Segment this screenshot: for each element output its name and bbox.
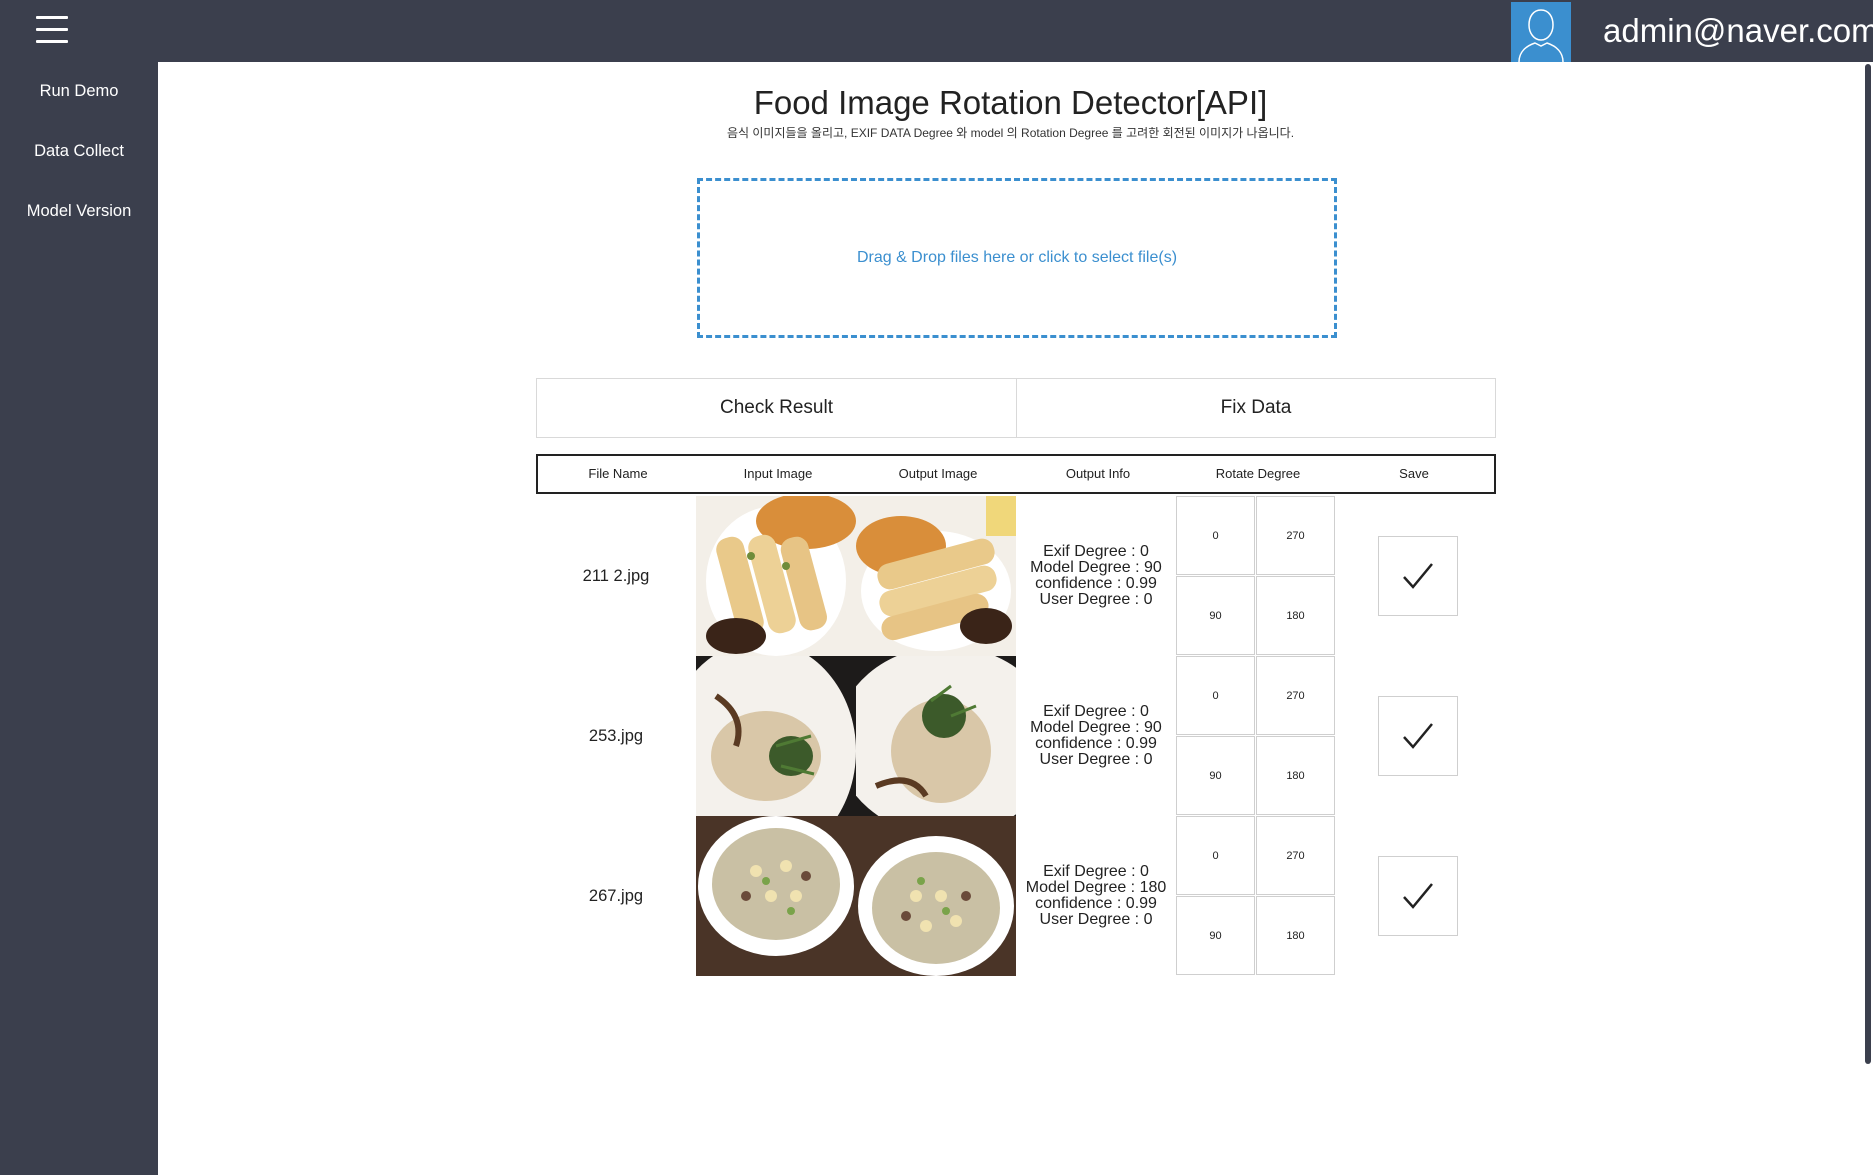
input-image (696, 816, 856, 976)
page-title: Food Image Rotation Detector[API] (753, 84, 1268, 121)
save-button[interactable] (1378, 536, 1458, 616)
rotate-180-button[interactable]: 180 (1256, 576, 1335, 655)
output-image (856, 816, 1016, 976)
exif-degree: Exif Degree : 0 (1043, 863, 1149, 880)
output-image (856, 496, 1016, 656)
sidebar-item-model-version[interactable]: Model Version (0, 202, 158, 221)
output-image (856, 656, 1016, 816)
confidence: confidence : 0.99 (1035, 575, 1157, 592)
exif-degree: Exif Degree : 0 (1043, 703, 1149, 720)
user-email[interactable]: admin@naver.com (1603, 12, 1873, 50)
top-bar: admin@naver.com (0, 0, 1873, 62)
header-file-name: File Name (588, 466, 648, 481)
checkmark-icon (1403, 883, 1433, 909)
header-rotate-degree: Rotate Degree (1215, 466, 1301, 481)
model-degree: Model Degree : 90 (1030, 719, 1162, 736)
user-avatar-icon[interactable] (1511, 2, 1571, 62)
input-image (696, 496, 856, 656)
header-output-image: Output Image (898, 466, 978, 481)
rotate-0-button[interactable]: 0 (1176, 656, 1255, 735)
page-subtitle: 음식 이미지들을 올리고, EXIF DATA Degree 와 model 의… (726, 126, 1295, 140)
table-row: 253.jpg Exif Degree : 0 Model Degree: 9… (536, 656, 1496, 816)
checkmark-icon (1403, 563, 1433, 589)
exif-degree: Exif Degree : 0 (1043, 543, 1149, 560)
sidebar-item-data-collect[interactable]: Data Collect (0, 142, 158, 161)
tab-check-result[interactable]: Check Result (536, 378, 1017, 438)
scrollbar-thumb[interactable] (1865, 64, 1871, 1064)
file-name: 253.jpg (588, 726, 644, 745)
rotate-270-button[interactable]: 270 (1256, 656, 1335, 735)
input-image (696, 656, 856, 816)
table-header: File Name Input Image Output Image Outpu… (536, 454, 1496, 494)
rotate-0-button[interactable]: 0 (1176, 816, 1255, 895)
rotate-270-button[interactable]: 270 (1256, 496, 1335, 575)
rotate-90-button[interactable]: 90 (1176, 736, 1255, 815)
menu-icon[interactable] (36, 16, 68, 44)
table-row: 211 2.jpg Exif Degree: 0 Model Degree:… (536, 496, 1496, 656)
confidence: confidence : 0.99 (1035, 735, 1157, 752)
sidebar-item-run-demo[interactable]: Run Demo (0, 82, 158, 101)
output-info: Exif Degree : 0 Model Degree : 180 confi… (1016, 816, 1176, 976)
file-name: 267.jpg (588, 886, 644, 905)
rotate-180-button[interactable]: 180 (1256, 896, 1335, 975)
user-degree: User Degree : 0 (1039, 591, 1153, 608)
sidebar: Run Demo Data Collect Model Version (0, 62, 158, 1175)
table-row: 267.jpg Exif Degree: 0 Model Degree: 1… (536, 816, 1496, 976)
save-button[interactable] (1378, 856, 1458, 936)
model-degree: Model Degree : 180 (1025, 879, 1167, 896)
header-output-info: Output Info (1065, 466, 1131, 481)
file-dropzone[interactable]: Drag & Drop files here or click to selec… (697, 178, 1337, 338)
header-input-image: Input Image (743, 466, 813, 481)
output-info: Exif Degree : 0 Model Degree : 90 confid… (1016, 496, 1176, 656)
user-degree: User Degree : 0 (1039, 751, 1153, 768)
file-name: 211 2.jpg (582, 566, 650, 585)
save-button[interactable] (1378, 696, 1458, 776)
rotate-90-button[interactable]: 90 (1176, 576, 1255, 655)
confidence: confidence : 0.99 (1035, 895, 1157, 912)
rotate-0-button[interactable]: 0 (1176, 496, 1255, 575)
scrollbar[interactable] (1863, 62, 1873, 1175)
tab-fix-data[interactable]: Fix Data (1016, 378, 1496, 438)
output-info: Exif Degree : 0 Model Degree : 90 confid… (1016, 656, 1176, 816)
user-degree: User Degree : 0 (1039, 911, 1153, 928)
main-content: Food Image Rotation Detector[API] 음식 이미지… (158, 62, 1863, 1175)
rotate-180-button[interactable]: 180 (1256, 736, 1335, 815)
header-save: Save (1399, 466, 1429, 481)
rotate-270-button[interactable]: 270 (1256, 816, 1335, 895)
dropzone-text: Drag & Drop files here or click to selec… (856, 249, 1178, 266)
checkmark-icon (1403, 723, 1433, 749)
rotate-90-button[interactable]: 90 (1176, 896, 1255, 975)
model-degree: Model Degree : 90 (1030, 559, 1162, 576)
